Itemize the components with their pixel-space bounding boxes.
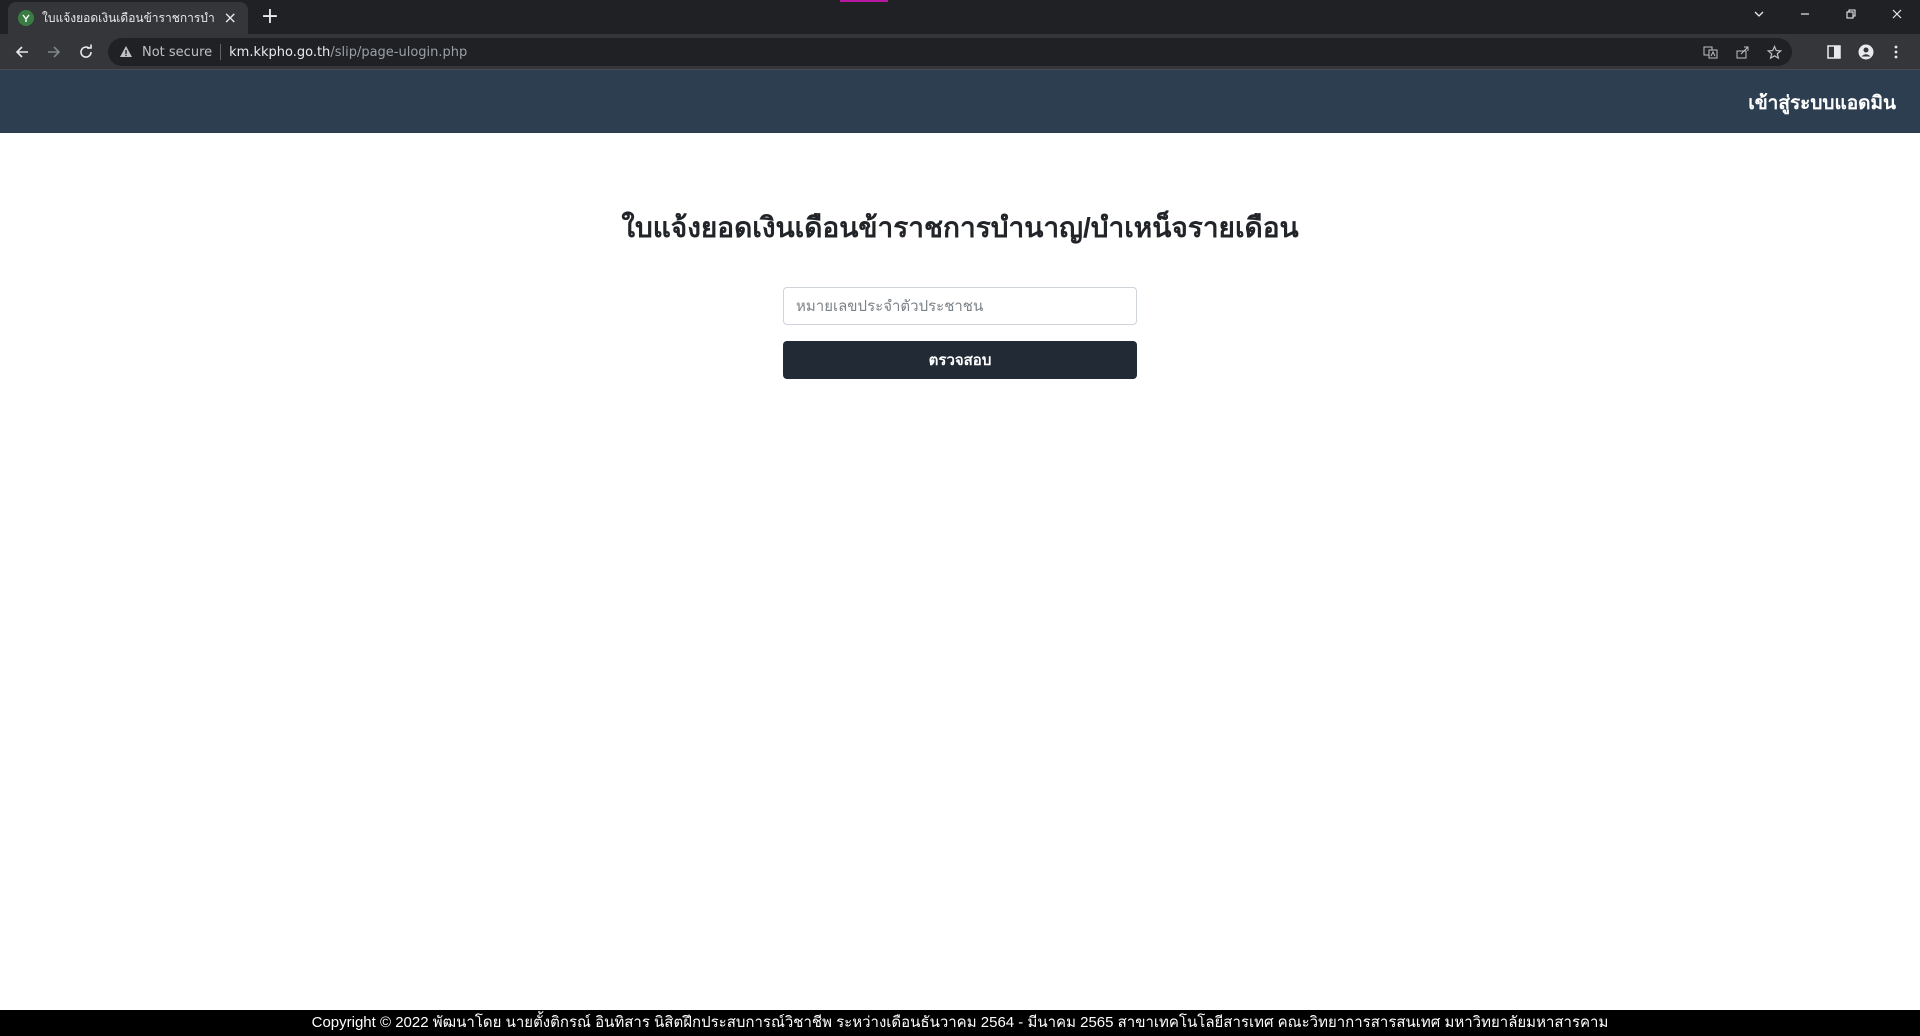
reload-icon[interactable] — [74, 40, 98, 64]
browser-tab-strip: ใบแจ้งยอดเงินเดือนข้าราชการบำนาญ/ × + — [0, 0, 1920, 34]
citizen-id-input[interactable] — [783, 287, 1137, 325]
profile-avatar-icon[interactable] — [1854, 40, 1878, 64]
back-arrow-icon[interactable] — [10, 40, 34, 64]
share-icon[interactable] — [1730, 42, 1754, 62]
restore-icon[interactable] — [1828, 0, 1874, 28]
warning-triangle-icon[interactable] — [118, 44, 134, 60]
tab-close-icon[interactable]: × — [222, 10, 238, 26]
address-bar[interactable]: Not secure km.kkpho.go.th/slip/page-ulog… — [108, 38, 1792, 66]
menu-kebab-icon[interactable] — [1884, 40, 1908, 64]
address-separator — [220, 44, 222, 60]
copyright-footer: Copyright © 2022 พัฒนาโดย นายตั้งติกรณ์ … — [0, 1010, 1920, 1036]
side-panel-icon[interactable] — [1822, 40, 1846, 64]
minimize-icon[interactable] — [1782, 0, 1828, 28]
browser-tab[interactable]: ใบแจ้งยอดเงินเดือนข้าราชการบำนาญ/ × — [8, 2, 248, 34]
translate-icon[interactable] — [1698, 42, 1722, 62]
tab-title: ใบแจ้งยอดเงินเดือนข้าราชการบำนาญ/ — [42, 10, 215, 25]
url-path: /slip/page-ulogin.php — [330, 44, 468, 60]
bookmark-star-icon[interactable] — [1762, 42, 1786, 62]
page-title: ใบแจ้งยอดเงินเดือนข้าราชการบำนาญ/บำเหน็จ… — [621, 212, 1299, 243]
close-window-icon[interactable] — [1874, 0, 1920, 28]
forward-arrow-icon[interactable] — [42, 40, 66, 64]
site-navbar: เข้าสู่ระบบแอดมิน — [0, 70, 1920, 133]
check-button[interactable]: ตรวจสอบ — [783, 341, 1137, 379]
admin-login-link[interactable]: เข้าสู่ระบบแอดมิน — [1748, 88, 1896, 118]
not-secure-label[interactable]: Not secure — [142, 45, 212, 60]
url-host: km.kkpho.go.th — [229, 44, 331, 60]
address-bar-actions — [1698, 42, 1786, 62]
tab-strip-accent — [840, 0, 888, 2]
new-tab-button[interactable]: + — [258, 6, 282, 30]
site-favicon-icon — [18, 10, 34, 26]
browser-toolbar: Not secure km.kkpho.go.th/slip/page-ulog… — [0, 34, 1920, 70]
tab-search-icon[interactable] — [1736, 0, 1782, 28]
